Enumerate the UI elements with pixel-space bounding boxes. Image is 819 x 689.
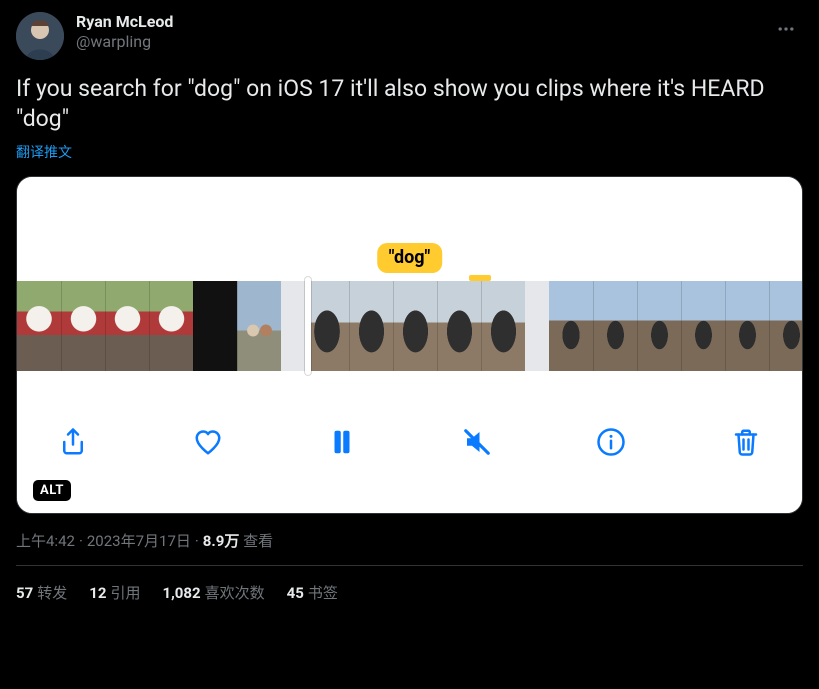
ellipsis-icon <box>776 19 796 39</box>
playhead[interactable] <box>305 277 311 375</box>
quotes-count: 12 <box>89 584 106 602</box>
tweet-text: If you search for "dog" on iOS 17 it'll … <box>16 74 803 134</box>
retweets-stat[interactable]: 57转发 <box>16 582 67 603</box>
retweets-count: 57 <box>16 584 33 602</box>
retweets-label: 转发 <box>37 584 67 602</box>
tweet-container: Ryan McLeod @warpling If you search for … <box>0 0 819 603</box>
info-button[interactable] <box>589 420 633 464</box>
share-button[interactable] <box>51 420 95 464</box>
share-icon <box>58 427 88 457</box>
user-handle[interactable]: @warpling <box>76 32 173 52</box>
views-count[interactable]: 8.9万 <box>203 532 240 550</box>
translate-link[interactable]: 翻译推文 <box>16 142 803 162</box>
info-icon <box>596 427 626 457</box>
avatar-image <box>16 12 64 60</box>
video-frame <box>349 281 393 371</box>
video-frame <box>149 281 193 371</box>
video-frame <box>393 281 437 371</box>
search-tag-bubble: "dog" <box>377 243 443 273</box>
video-frame <box>305 281 349 371</box>
clip-group-1 <box>17 281 281 371</box>
alt-badge[interactable]: ALT <box>33 480 71 501</box>
bookmarks-count: 45 <box>287 584 304 602</box>
tweet-date[interactable]: 2023年7月17日 <box>87 532 191 550</box>
media-top-area: "dog" <box>17 177 802 281</box>
video-frame <box>105 281 149 371</box>
user-block: Ryan McLeod @warpling <box>76 12 173 52</box>
video-frame <box>481 281 525 371</box>
display-name[interactable]: Ryan McLeod <box>76 12 173 32</box>
quotes-label: 引用 <box>110 584 140 602</box>
video-frame <box>549 281 593 371</box>
trash-icon <box>731 427 761 457</box>
video-timeline-strip <box>17 281 802 371</box>
likes-label: 喜欢次数 <box>205 584 265 602</box>
video-frame <box>437 281 481 371</box>
video-frame <box>637 281 681 371</box>
bookmarks-label: 书签 <box>308 584 338 602</box>
stats-row: 57转发 12引用 1,082 喜欢次数 45书签 <box>16 566 803 603</box>
heart-icon <box>193 427 223 457</box>
clip-group-3 <box>549 281 803 371</box>
video-frame <box>769 281 803 371</box>
video-frame <box>681 281 725 371</box>
avatar[interactable] <box>16 12 64 60</box>
video-frame <box>61 281 105 371</box>
mute-button[interactable] <box>455 420 499 464</box>
views-label: 查看 <box>243 532 273 550</box>
video-frame <box>593 281 637 371</box>
media-attachment[interactable]: "dog" <box>16 176 803 514</box>
pause-icon <box>327 427 357 457</box>
video-frame <box>725 281 769 371</box>
tweet-header: Ryan McLeod @warpling <box>16 12 803 60</box>
quotes-stat[interactable]: 12引用 <box>89 582 140 603</box>
pause-button[interactable] <box>320 420 364 464</box>
tweet-meta: 上午4:42·2023年7月17日·8.9万 查看 <box>16 530 803 551</box>
media-toolbar <box>17 371 802 513</box>
tweet-time[interactable]: 上午4:42 <box>16 532 75 550</box>
like-button[interactable] <box>186 420 230 464</box>
video-frame <box>193 281 237 371</box>
mute-icon <box>462 427 492 457</box>
video-frame <box>17 281 61 371</box>
likes-count: 1,082 <box>162 584 200 602</box>
likes-stat[interactable]: 1,082 喜欢次数 <box>162 582 264 603</box>
bookmarks-stat[interactable]: 45书签 <box>287 582 338 603</box>
clip-group-2 <box>305 281 525 371</box>
video-frame <box>237 281 281 371</box>
delete-button[interactable] <box>724 420 768 464</box>
more-button[interactable] <box>769 12 803 46</box>
